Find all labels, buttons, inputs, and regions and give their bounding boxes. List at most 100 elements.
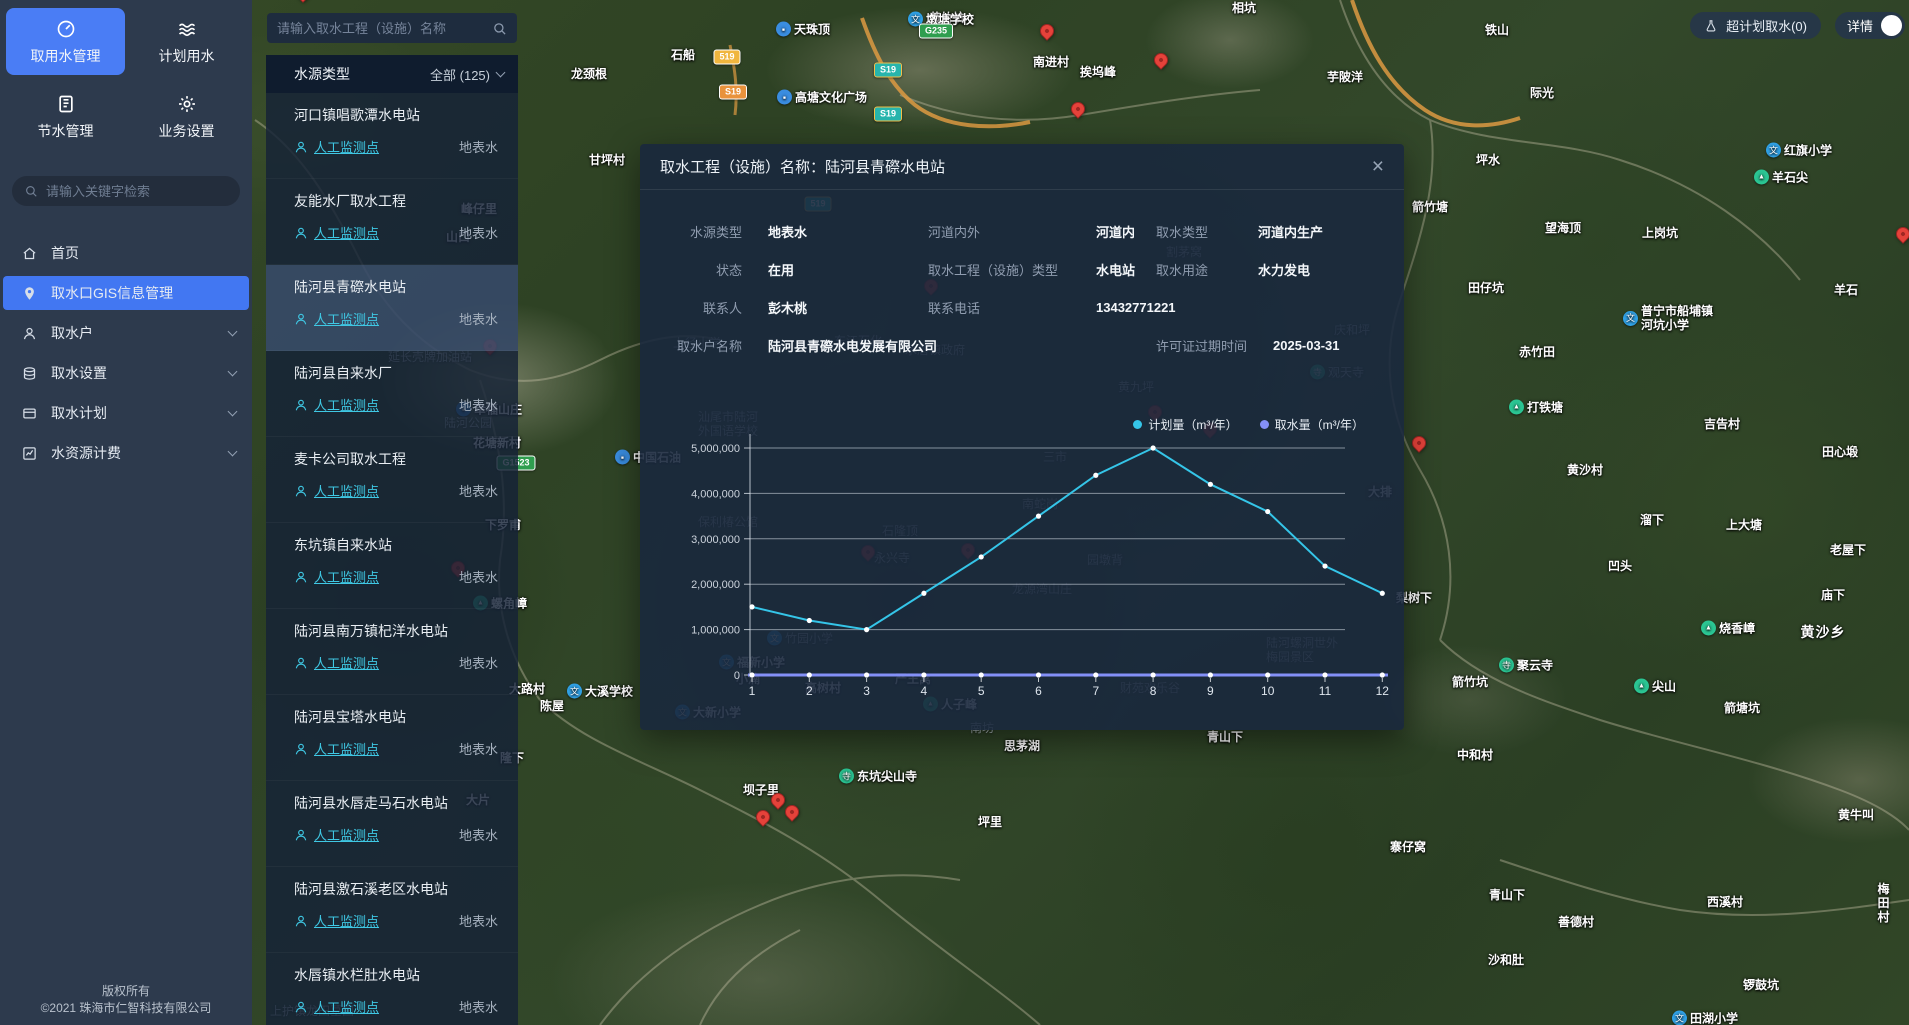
water-source-type: 地表水 [459,653,498,672]
station-list-item[interactable]: 陆河县宝塔水电站人工监测点地表水 [266,695,518,781]
sidebar-menu-item[interactable]: 取水计划 [0,396,252,430]
station-list-item[interactable]: 陆河县激石溪老区水电站人工监测点地表水 [266,867,518,953]
map-label: 思茅湖 [1004,739,1040,753]
monitor-type-link[interactable]: 人工监测点 [314,395,379,414]
station-list: 河口镇唱歌潭水电站人工监测点地表水友能水厂取水工程人工监测点地表水陆河县青磜水电… [266,93,518,1025]
close-icon[interactable]: × [1372,156,1384,177]
map-label: 陈屋 [540,699,564,713]
monitor-type-link[interactable]: 人工监测点 [314,825,379,844]
station-meta-row: 人工监测点地表水 [294,395,498,414]
field-value: 河道内生产 [1258,222,1323,241]
field-value: 在用 [768,260,794,279]
station-search[interactable] [267,13,517,43]
sidebar-menu-item[interactable]: 取水户 [0,316,252,350]
map-label: ▲打铁塘 [1509,400,1563,415]
station-list-panel: 水源类型 全部 (125) 河口镇唱歌潭水电站人工监测点地表水友能水厂取水工程人… [266,0,518,1025]
over-plan-button[interactable]: 超计划取水(0) [1690,12,1821,39]
chart-icon [22,446,37,461]
school-poi-icon[interactable]: 文 [1766,143,1781,158]
station-meta-row: 人工监测点 地表水 [294,223,498,242]
svg-text:6: 6 [1035,684,1042,698]
topbar: 超计划取水(0) 详情 [1690,12,1905,39]
station-list-item[interactable]: 麦卡公司取水工程人工监测点地表水 [266,437,518,523]
monitor-type-link[interactable]: 人工监测点 [314,911,379,930]
station-list-item[interactable]: 陆河县水唇走马石水电站人工监测点地表水 [266,781,518,867]
temple-poi-icon[interactable]: 寺 [1499,658,1514,673]
station-meta-row: 人工监测点地表水 [294,137,498,156]
sidebar-search-input[interactable] [46,184,228,199]
module-button[interactable]: 计划用水 [127,8,246,75]
svg-text:1: 1 [749,684,756,698]
map-label: 梅田村 [1878,882,1899,924]
map-label: 中和村 [1457,748,1493,762]
station-list-item[interactable]: 友能水厂取水工程人工监测点地表水 [266,179,518,265]
monitor-type-link[interactable]: 人工监测点 [314,739,379,758]
map-label: ▲烧香嶂 [1701,621,1755,636]
map-label: 田仔坑 [1468,281,1504,295]
sidebar-menu-item[interactable]: 首页 [0,236,252,270]
module-label: 取用水管理 [31,46,101,66]
station-meta-row: 人工监测点地表水 [294,911,498,930]
water-source-type: 地表水 [459,825,498,844]
notebook-icon [56,94,76,114]
module-button[interactable]: 取用水管理 [6,8,125,75]
monitor-type-link[interactable]: 人工监测点 [314,137,379,156]
road-shield: S19 [874,107,902,122]
sidebar-menu-item[interactable]: 取水设置 [0,356,252,390]
map-label-text: 羊石 [1834,283,1858,297]
sidebar-menu-item[interactable]: 水资源计费 [0,436,252,470]
water-source-type: 地表水 [459,223,498,242]
monitor-type-link[interactable]: 人工监测点 [314,653,379,672]
nature-poi-icon[interactable]: ▲ [1509,400,1524,415]
school-poi-icon[interactable]: 文 [567,684,582,699]
nature-poi-icon[interactable]: ▲ [1701,621,1716,636]
filter-dropdown[interactable]: 全部 (125) [430,65,504,84]
nature-poi-icon[interactable]: ▲ [1754,170,1769,185]
map-label: 上岗坑 [1642,226,1678,240]
map-label-text: 田湖小学 [1690,1011,1738,1025]
module-button[interactable]: 节水管理 [6,83,125,150]
sidebar: 取用水管理 计划用水节水管理业务设置 首页取水口GIS信息管理取水户取水设置取水计… [0,0,252,1025]
svg-text:4,000,000: 4,000,000 [691,488,740,500]
monitor-type-link[interactable]: 人工监测点 [314,223,379,242]
building-poi-icon[interactable]: ▪ [777,90,792,105]
map-label-text: 打铁塘 [1527,400,1563,414]
station-list-item[interactable]: 东坑镇自来水站人工监测点地表水 [266,523,518,609]
station-list-item[interactable]: 河口镇唱歌潭水电站人工监测点地表水 [266,93,518,179]
map-label-text: 老屋下 [1830,543,1866,557]
monitor-type-link[interactable]: 人工监测点 [314,567,379,586]
sidebar-menu-item[interactable]: 取水口GIS信息管理 [3,276,249,310]
map-label-text: 黄牛叫 [1838,808,1874,822]
monitor-type-link[interactable]: 人工监测点 [314,309,379,328]
station-list-item[interactable]: 水唇镇水栏肚水电站人工监测点地表水 [266,953,518,1025]
map-label: 凹头 [1608,559,1632,573]
map-label: 庙下 [1821,588,1845,602]
station-search-input[interactable] [277,21,484,36]
building-poi-icon[interactable]: ▪ [776,22,791,37]
svg-text:2,000,000: 2,000,000 [691,579,740,591]
map-label-text: 烧香嶂 [1719,621,1755,635]
station-list-item[interactable]: 陆河县南万镇杞洋水电站人工监测点地表水 [266,609,518,695]
gas-poi-icon[interactable]: ▪ [615,450,630,465]
sidebar-search[interactable] [12,176,240,206]
module-button[interactable]: 业务设置 [127,83,246,150]
map-label-text: 善德村 [1558,915,1594,929]
map-label: 赤竹田 [1519,345,1555,359]
map-label-text: 甘坪村 [589,153,625,167]
school-poi-icon[interactable]: 文 [1623,311,1638,326]
temple-poi-icon[interactable]: 寺 [839,769,854,784]
monitor-type-link[interactable]: 人工监测点 [314,481,379,500]
station-list-item[interactable]: 陆河县青磜水电站人工监测点地表水 [266,265,518,351]
search-icon [24,184,38,198]
station-list-item[interactable]: 陆河县自来水厂人工监测点地表水 [266,351,518,437]
monitor-type-link[interactable]: 人工监测点 [314,997,379,1016]
chevron-down-icon [228,366,238,376]
detail-toggle[interactable]: 详情 [1835,12,1905,39]
nature-poi-icon[interactable]: ▲ [1634,679,1649,694]
person-icon [294,570,308,584]
map-label: 南进村 [1033,55,1069,69]
school-poi-icon[interactable]: 文 [1672,1011,1687,1025]
map-label: 龙颈根 [571,67,607,81]
map-label: 青山下 [1489,888,1525,902]
chevron-down-icon [496,67,506,77]
